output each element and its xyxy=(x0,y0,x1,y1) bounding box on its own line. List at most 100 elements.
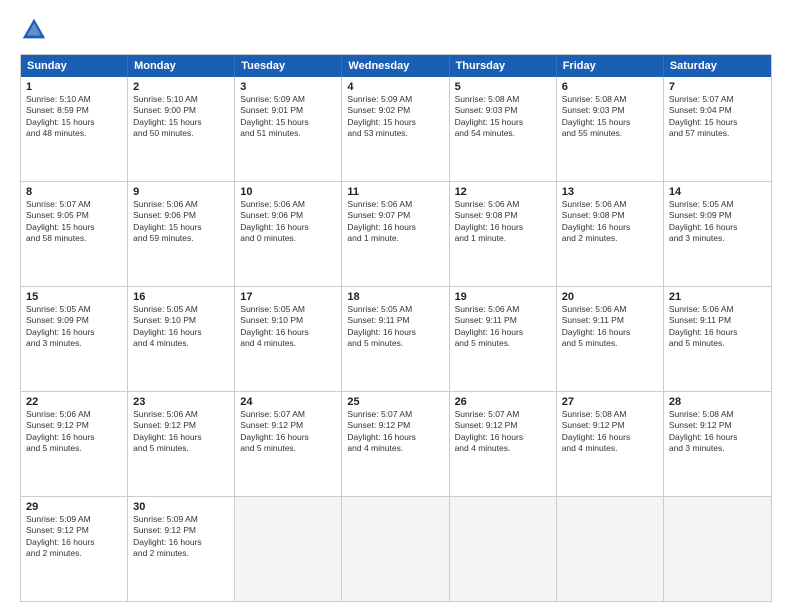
calendar-cell: 17Sunrise: 5:05 AMSunset: 9:10 PMDayligh… xyxy=(235,287,342,391)
cell-info: Sunrise: 5:08 AMSunset: 9:12 PMDaylight:… xyxy=(562,409,658,455)
cell-info: Sunrise: 5:06 AMSunset: 9:07 PMDaylight:… xyxy=(347,199,443,245)
day-number: 6 xyxy=(562,81,658,93)
day-number: 19 xyxy=(455,291,551,303)
cell-info: Sunrise: 5:05 AMSunset: 9:10 PMDaylight:… xyxy=(133,304,229,350)
calendar: SundayMondayTuesdayWednesdayThursdayFrid… xyxy=(20,54,772,602)
calendar-cell: 20Sunrise: 5:06 AMSunset: 9:11 PMDayligh… xyxy=(557,287,664,391)
calendar-cell: 24Sunrise: 5:07 AMSunset: 9:12 PMDayligh… xyxy=(235,392,342,496)
calendar-cell: 5Sunrise: 5:08 AMSunset: 9:03 PMDaylight… xyxy=(450,77,557,181)
day-number: 17 xyxy=(240,291,336,303)
day-number: 29 xyxy=(26,501,122,513)
day-number: 25 xyxy=(347,396,443,408)
cell-info: Sunrise: 5:08 AMSunset: 9:03 PMDaylight:… xyxy=(455,94,551,140)
cell-info: Sunrise: 5:05 AMSunset: 9:09 PMDaylight:… xyxy=(26,304,122,350)
calendar-cell: 3Sunrise: 5:09 AMSunset: 9:01 PMDaylight… xyxy=(235,77,342,181)
cell-info: Sunrise: 5:06 AMSunset: 9:11 PMDaylight:… xyxy=(562,304,658,350)
calendar-cell: 6Sunrise: 5:08 AMSunset: 9:03 PMDaylight… xyxy=(557,77,664,181)
calendar-cell: 9Sunrise: 5:06 AMSunset: 9:06 PMDaylight… xyxy=(128,182,235,286)
day-number: 12 xyxy=(455,186,551,198)
day-number: 15 xyxy=(26,291,122,303)
cell-info: Sunrise: 5:07 AMSunset: 9:12 PMDaylight:… xyxy=(455,409,551,455)
calendar-row: 29Sunrise: 5:09 AMSunset: 9:12 PMDayligh… xyxy=(21,496,771,601)
cell-info: Sunrise: 5:06 AMSunset: 9:06 PMDaylight:… xyxy=(133,199,229,245)
day-number: 5 xyxy=(455,81,551,93)
day-number: 8 xyxy=(26,186,122,198)
cell-info: Sunrise: 5:10 AMSunset: 9:00 PMDaylight:… xyxy=(133,94,229,140)
cell-info: Sunrise: 5:08 AMSunset: 9:03 PMDaylight:… xyxy=(562,94,658,140)
day-number: 27 xyxy=(562,396,658,408)
cell-info: Sunrise: 5:06 AMSunset: 9:11 PMDaylight:… xyxy=(455,304,551,350)
calendar-cell: 22Sunrise: 5:06 AMSunset: 9:12 PMDayligh… xyxy=(21,392,128,496)
calendar-cell: 2Sunrise: 5:10 AMSunset: 9:00 PMDaylight… xyxy=(128,77,235,181)
cell-info: Sunrise: 5:06 AMSunset: 9:11 PMDaylight:… xyxy=(669,304,766,350)
calendar-cell: 11Sunrise: 5:06 AMSunset: 9:07 PMDayligh… xyxy=(342,182,449,286)
calendar-header-cell: Saturday xyxy=(664,55,771,77)
calendar-row: 22Sunrise: 5:06 AMSunset: 9:12 PMDayligh… xyxy=(21,391,771,496)
day-number: 10 xyxy=(240,186,336,198)
calendar-header-cell: Sunday xyxy=(21,55,128,77)
day-number: 20 xyxy=(562,291,658,303)
cell-info: Sunrise: 5:06 AMSunset: 9:12 PMDaylight:… xyxy=(133,409,229,455)
calendar-cell: 16Sunrise: 5:05 AMSunset: 9:10 PMDayligh… xyxy=(128,287,235,391)
day-number: 21 xyxy=(669,291,766,303)
cell-info: Sunrise: 5:05 AMSunset: 9:11 PMDaylight:… xyxy=(347,304,443,350)
calendar-row: 8Sunrise: 5:07 AMSunset: 9:05 PMDaylight… xyxy=(21,181,771,286)
calendar-cell: 4Sunrise: 5:09 AMSunset: 9:02 PMDaylight… xyxy=(342,77,449,181)
calendar-header-cell: Wednesday xyxy=(342,55,449,77)
calendar-cell xyxy=(557,497,664,601)
day-number: 30 xyxy=(133,501,229,513)
day-number: 3 xyxy=(240,81,336,93)
calendar-cell: 10Sunrise: 5:06 AMSunset: 9:06 PMDayligh… xyxy=(235,182,342,286)
calendar-cell: 19Sunrise: 5:06 AMSunset: 9:11 PMDayligh… xyxy=(450,287,557,391)
calendar-cell: 29Sunrise: 5:09 AMSunset: 9:12 PMDayligh… xyxy=(21,497,128,601)
calendar-header-cell: Thursday xyxy=(450,55,557,77)
calendar-cell: 30Sunrise: 5:09 AMSunset: 9:12 PMDayligh… xyxy=(128,497,235,601)
calendar-cell xyxy=(664,497,771,601)
day-number: 1 xyxy=(26,81,122,93)
cell-info: Sunrise: 5:07 AMSunset: 9:04 PMDaylight:… xyxy=(669,94,766,140)
calendar-cell: 12Sunrise: 5:06 AMSunset: 9:08 PMDayligh… xyxy=(450,182,557,286)
calendar-cell: 28Sunrise: 5:08 AMSunset: 9:12 PMDayligh… xyxy=(664,392,771,496)
calendar-header-cell: Friday xyxy=(557,55,664,77)
cell-info: Sunrise: 5:07 AMSunset: 9:05 PMDaylight:… xyxy=(26,199,122,245)
cell-info: Sunrise: 5:06 AMSunset: 9:08 PMDaylight:… xyxy=(562,199,658,245)
cell-info: Sunrise: 5:10 AMSunset: 8:59 PMDaylight:… xyxy=(26,94,122,140)
calendar-row: 15Sunrise: 5:05 AMSunset: 9:09 PMDayligh… xyxy=(21,286,771,391)
calendar-cell xyxy=(450,497,557,601)
cell-info: Sunrise: 5:07 AMSunset: 9:12 PMDaylight:… xyxy=(240,409,336,455)
cell-info: Sunrise: 5:07 AMSunset: 9:12 PMDaylight:… xyxy=(347,409,443,455)
cell-info: Sunrise: 5:06 AMSunset: 9:12 PMDaylight:… xyxy=(26,409,122,455)
calendar-cell xyxy=(235,497,342,601)
cell-info: Sunrise: 5:09 AMSunset: 9:12 PMDaylight:… xyxy=(133,514,229,560)
calendar-cell: 18Sunrise: 5:05 AMSunset: 9:11 PMDayligh… xyxy=(342,287,449,391)
page: SundayMondayTuesdayWednesdayThursdayFrid… xyxy=(0,0,792,612)
logo xyxy=(20,16,52,44)
day-number: 22 xyxy=(26,396,122,408)
day-number: 14 xyxy=(669,186,766,198)
logo-icon xyxy=(20,16,48,44)
header xyxy=(20,16,772,44)
calendar-cell: 13Sunrise: 5:06 AMSunset: 9:08 PMDayligh… xyxy=(557,182,664,286)
calendar-cell: 1Sunrise: 5:10 AMSunset: 8:59 PMDaylight… xyxy=(21,77,128,181)
calendar-cell: 27Sunrise: 5:08 AMSunset: 9:12 PMDayligh… xyxy=(557,392,664,496)
day-number: 2 xyxy=(133,81,229,93)
calendar-header-cell: Tuesday xyxy=(235,55,342,77)
day-number: 13 xyxy=(562,186,658,198)
day-number: 23 xyxy=(133,396,229,408)
day-number: 26 xyxy=(455,396,551,408)
calendar-cell: 15Sunrise: 5:05 AMSunset: 9:09 PMDayligh… xyxy=(21,287,128,391)
day-number: 9 xyxy=(133,186,229,198)
calendar-cell: 8Sunrise: 5:07 AMSunset: 9:05 PMDaylight… xyxy=(21,182,128,286)
day-number: 4 xyxy=(347,81,443,93)
calendar-cell: 25Sunrise: 5:07 AMSunset: 9:12 PMDayligh… xyxy=(342,392,449,496)
calendar-header: SundayMondayTuesdayWednesdayThursdayFrid… xyxy=(21,55,771,77)
cell-info: Sunrise: 5:08 AMSunset: 9:12 PMDaylight:… xyxy=(669,409,766,455)
cell-info: Sunrise: 5:09 AMSunset: 9:12 PMDaylight:… xyxy=(26,514,122,560)
calendar-body: 1Sunrise: 5:10 AMSunset: 8:59 PMDaylight… xyxy=(21,77,771,601)
cell-info: Sunrise: 5:06 AMSunset: 9:08 PMDaylight:… xyxy=(455,199,551,245)
day-number: 18 xyxy=(347,291,443,303)
calendar-cell: 23Sunrise: 5:06 AMSunset: 9:12 PMDayligh… xyxy=(128,392,235,496)
calendar-cell xyxy=(342,497,449,601)
cell-info: Sunrise: 5:09 AMSunset: 9:02 PMDaylight:… xyxy=(347,94,443,140)
day-number: 11 xyxy=(347,186,443,198)
